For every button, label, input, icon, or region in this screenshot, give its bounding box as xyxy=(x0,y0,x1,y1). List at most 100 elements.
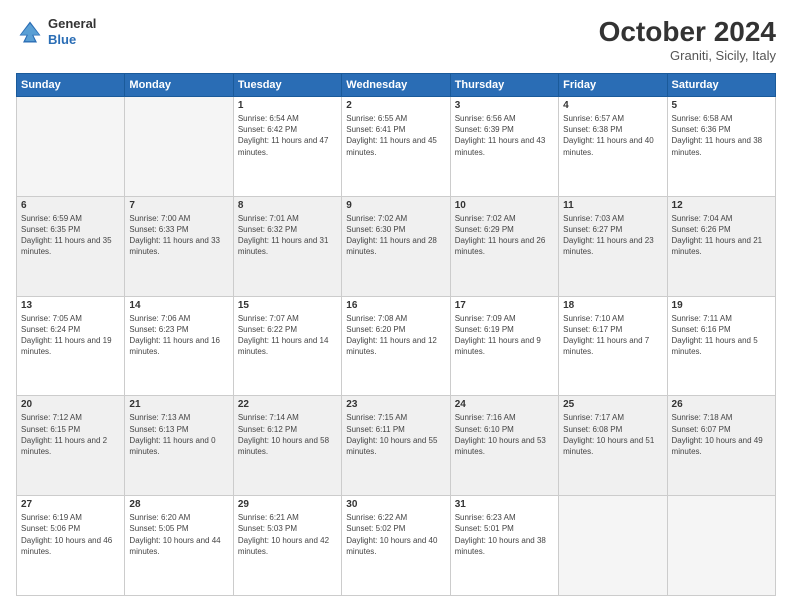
daylight-text: Daylight: 11 hours and 2 minutes. xyxy=(21,435,120,457)
daylight-text: Daylight: 10 hours and 46 minutes. xyxy=(21,535,120,557)
sunset-text: Sunset: 5:06 PM xyxy=(21,523,120,534)
sunrise-text: Sunrise: 6:58 AM xyxy=(672,113,771,124)
logo-text: General Blue xyxy=(48,16,96,47)
table-row: 19 Sunrise: 7:11 AM Sunset: 6:16 PM Dayl… xyxy=(667,296,775,396)
daylight-text: Daylight: 11 hours and 19 minutes. xyxy=(21,335,120,357)
table-row: 7 Sunrise: 7:00 AM Sunset: 6:33 PM Dayli… xyxy=(125,196,233,296)
sunrise-text: Sunrise: 7:08 AM xyxy=(346,313,445,324)
sunrise-text: Sunrise: 6:57 AM xyxy=(563,113,662,124)
sunrise-text: Sunrise: 7:06 AM xyxy=(129,313,228,324)
day-info: Sunrise: 6:56 AM Sunset: 6:39 PM Dayligh… xyxy=(455,113,554,158)
table-row: 18 Sunrise: 7:10 AM Sunset: 6:17 PM Dayl… xyxy=(559,296,667,396)
logo-general: General xyxy=(48,16,96,32)
daylight-text: Daylight: 10 hours and 55 minutes. xyxy=(346,435,445,457)
col-saturday: Saturday xyxy=(667,74,775,97)
calendar-table: Sunday Monday Tuesday Wednesday Thursday… xyxy=(16,73,776,596)
sunrise-text: Sunrise: 7:02 AM xyxy=(455,213,554,224)
daylight-text: Daylight: 11 hours and 0 minutes. xyxy=(129,435,228,457)
sunset-text: Sunset: 5:05 PM xyxy=(129,523,228,534)
day-number: 9 xyxy=(346,200,445,211)
table-row: 30 Sunrise: 6:22 AM Sunset: 5:02 PM Dayl… xyxy=(342,496,450,596)
day-number: 12 xyxy=(672,200,771,211)
day-number: 6 xyxy=(21,200,120,211)
calendar-week-row: 6 Sunrise: 6:59 AM Sunset: 6:35 PM Dayli… xyxy=(17,196,776,296)
daylight-text: Daylight: 11 hours and 23 minutes. xyxy=(563,235,662,257)
day-info: Sunrise: 6:22 AM Sunset: 5:02 PM Dayligh… xyxy=(346,512,445,557)
sunset-text: Sunset: 6:23 PM xyxy=(129,324,228,335)
day-info: Sunrise: 6:57 AM Sunset: 6:38 PM Dayligh… xyxy=(563,113,662,158)
day-number: 8 xyxy=(238,200,337,211)
calendar-week-row: 1 Sunrise: 6:54 AM Sunset: 6:42 PM Dayli… xyxy=(17,97,776,197)
sunset-text: Sunset: 6:22 PM xyxy=(238,324,337,335)
day-info: Sunrise: 7:09 AM Sunset: 6:19 PM Dayligh… xyxy=(455,313,554,358)
table-row: 20 Sunrise: 7:12 AM Sunset: 6:15 PM Dayl… xyxy=(17,396,125,496)
table-row: 14 Sunrise: 7:06 AM Sunset: 6:23 PM Dayl… xyxy=(125,296,233,396)
daylight-text: Daylight: 11 hours and 26 minutes. xyxy=(455,235,554,257)
daylight-text: Daylight: 11 hours and 7 minutes. xyxy=(563,335,662,357)
sunset-text: Sunset: 6:32 PM xyxy=(238,224,337,235)
day-info: Sunrise: 6:19 AM Sunset: 5:06 PM Dayligh… xyxy=(21,512,120,557)
day-number: 7 xyxy=(129,200,228,211)
col-friday: Friday xyxy=(559,74,667,97)
day-number: 1 xyxy=(238,100,337,111)
daylight-text: Daylight: 11 hours and 43 minutes. xyxy=(455,135,554,157)
sunrise-text: Sunrise: 6:54 AM xyxy=(238,113,337,124)
sunset-text: Sunset: 6:13 PM xyxy=(129,424,228,435)
table-row: 26 Sunrise: 7:18 AM Sunset: 6:07 PM Dayl… xyxy=(667,396,775,496)
sunset-text: Sunset: 5:03 PM xyxy=(238,523,337,534)
col-thursday: Thursday xyxy=(450,74,558,97)
table-row: 27 Sunrise: 6:19 AM Sunset: 5:06 PM Dayl… xyxy=(17,496,125,596)
day-number: 16 xyxy=(346,300,445,311)
sunset-text: Sunset: 5:02 PM xyxy=(346,523,445,534)
table-row xyxy=(17,97,125,197)
logo: General Blue xyxy=(16,16,96,47)
table-row: 3 Sunrise: 6:56 AM Sunset: 6:39 PM Dayli… xyxy=(450,97,558,197)
day-info: Sunrise: 7:00 AM Sunset: 6:33 PM Dayligh… xyxy=(129,213,228,258)
sunset-text: Sunset: 6:42 PM xyxy=(238,124,337,135)
day-info: Sunrise: 6:20 AM Sunset: 5:05 PM Dayligh… xyxy=(129,512,228,557)
day-number: 26 xyxy=(672,399,771,410)
table-row: 21 Sunrise: 7:13 AM Sunset: 6:13 PM Dayl… xyxy=(125,396,233,496)
day-info: Sunrise: 6:23 AM Sunset: 5:01 PM Dayligh… xyxy=(455,512,554,557)
day-info: Sunrise: 7:03 AM Sunset: 6:27 PM Dayligh… xyxy=(563,213,662,258)
day-number: 13 xyxy=(21,300,120,311)
sunset-text: Sunset: 6:33 PM xyxy=(129,224,228,235)
sunset-text: Sunset: 6:26 PM xyxy=(672,224,771,235)
sunrise-text: Sunrise: 7:17 AM xyxy=(563,412,662,423)
calendar-week-row: 13 Sunrise: 7:05 AM Sunset: 6:24 PM Dayl… xyxy=(17,296,776,396)
table-row: 4 Sunrise: 6:57 AM Sunset: 6:38 PM Dayli… xyxy=(559,97,667,197)
sunset-text: Sunset: 6:38 PM xyxy=(563,124,662,135)
daylight-text: Daylight: 11 hours and 14 minutes. xyxy=(238,335,337,357)
sunrise-text: Sunrise: 6:22 AM xyxy=(346,512,445,523)
day-number: 10 xyxy=(455,200,554,211)
sunset-text: Sunset: 6:41 PM xyxy=(346,124,445,135)
table-row xyxy=(667,496,775,596)
sunset-text: Sunset: 6:15 PM xyxy=(21,424,120,435)
day-info: Sunrise: 6:54 AM Sunset: 6:42 PM Dayligh… xyxy=(238,113,337,158)
day-info: Sunrise: 7:08 AM Sunset: 6:20 PM Dayligh… xyxy=(346,313,445,358)
table-row: 12 Sunrise: 7:04 AM Sunset: 6:26 PM Dayl… xyxy=(667,196,775,296)
day-number: 29 xyxy=(238,499,337,510)
day-number: 23 xyxy=(346,399,445,410)
day-info: Sunrise: 7:12 AM Sunset: 6:15 PM Dayligh… xyxy=(21,412,120,457)
day-number: 14 xyxy=(129,300,228,311)
daylight-text: Daylight: 10 hours and 53 minutes. xyxy=(455,435,554,457)
sunrise-text: Sunrise: 7:12 AM xyxy=(21,412,120,423)
table-row: 22 Sunrise: 7:14 AM Sunset: 6:12 PM Dayl… xyxy=(233,396,341,496)
sunrise-text: Sunrise: 7:11 AM xyxy=(672,313,771,324)
table-row: 6 Sunrise: 6:59 AM Sunset: 6:35 PM Dayli… xyxy=(17,196,125,296)
day-info: Sunrise: 6:21 AM Sunset: 5:03 PM Dayligh… xyxy=(238,512,337,557)
table-row: 24 Sunrise: 7:16 AM Sunset: 6:10 PM Dayl… xyxy=(450,396,558,496)
col-wednesday: Wednesday xyxy=(342,74,450,97)
day-info: Sunrise: 7:16 AM Sunset: 6:10 PM Dayligh… xyxy=(455,412,554,457)
day-number: 21 xyxy=(129,399,228,410)
logo-icon xyxy=(16,18,44,46)
table-row: 8 Sunrise: 7:01 AM Sunset: 6:32 PM Dayli… xyxy=(233,196,341,296)
daylight-text: Daylight: 11 hours and 31 minutes. xyxy=(238,235,337,257)
day-number: 28 xyxy=(129,499,228,510)
table-row: 2 Sunrise: 6:55 AM Sunset: 6:41 PM Dayli… xyxy=(342,97,450,197)
table-row: 23 Sunrise: 7:15 AM Sunset: 6:11 PM Dayl… xyxy=(342,396,450,496)
sunrise-text: Sunrise: 7:16 AM xyxy=(455,412,554,423)
day-number: 18 xyxy=(563,300,662,311)
day-info: Sunrise: 7:01 AM Sunset: 6:32 PM Dayligh… xyxy=(238,213,337,258)
